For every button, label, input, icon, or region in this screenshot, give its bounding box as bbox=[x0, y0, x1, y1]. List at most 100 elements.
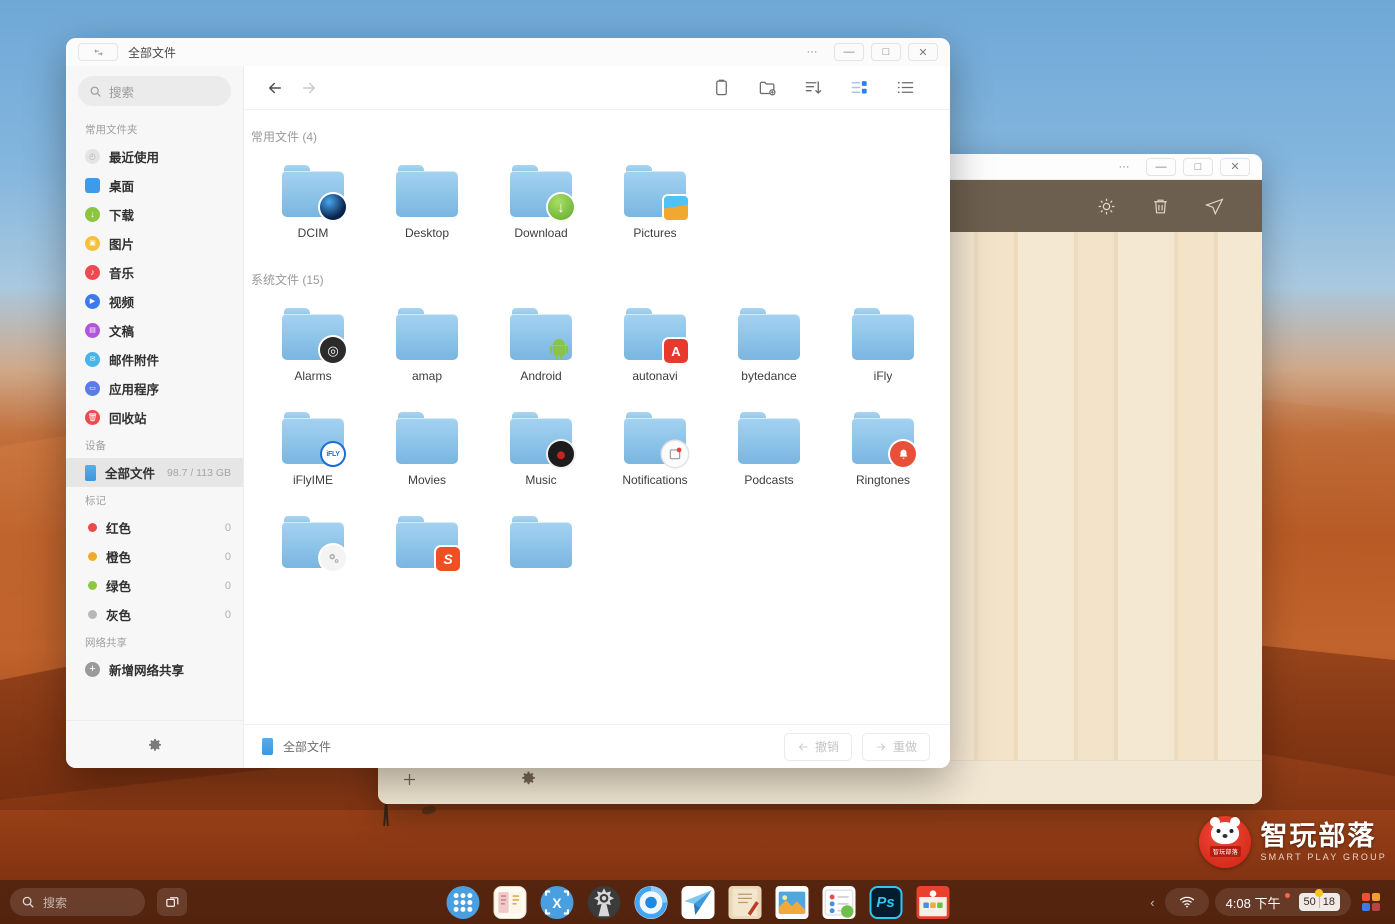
minimize-button[interactable]: — bbox=[834, 43, 864, 61]
sidebar-item-videos[interactable]: ▶ 视频 bbox=[66, 287, 243, 316]
sidebar-item-tag-orange[interactable]: 橙色 0 bbox=[66, 542, 243, 571]
file-item[interactable]: Podcasts bbox=[712, 398, 826, 502]
sidebar-item-documents[interactable]: ▤ 文稿 bbox=[66, 316, 243, 345]
maximize-button[interactable]: □ bbox=[871, 43, 901, 61]
sidebar-item-add-network-share[interactable]: + 新增网络共享 bbox=[66, 655, 243, 684]
file-item[interactable]: Movies bbox=[370, 398, 484, 502]
file-item[interactable]: iFLY iFlyIME bbox=[256, 398, 370, 502]
content-area: 常用文件 (4) DCIM Desktop ↓ Download Picture… bbox=[244, 66, 950, 768]
file-manager-titlebar[interactable]: 全部文件 ··· — □ ✕ bbox=[66, 38, 950, 66]
folder-icon bbox=[738, 308, 800, 360]
sidebar-item-music[interactable]: ♪ 音乐 bbox=[66, 258, 243, 287]
sort-button[interactable] bbox=[790, 73, 836, 103]
file-item[interactable]: Pictures bbox=[598, 151, 712, 255]
battery-indicator[interactable]: 50 18 bbox=[1298, 889, 1340, 911]
sidebar-item-tag-red[interactable]: 红色 0 bbox=[66, 513, 243, 542]
sidebar-item-label: 应用程序 bbox=[109, 383, 160, 397]
file-item[interactable] bbox=[256, 502, 370, 606]
task-view-button[interactable] bbox=[157, 888, 187, 916]
app-gear-button[interactable] bbox=[587, 885, 620, 919]
app-photos-button[interactable] bbox=[775, 885, 808, 919]
file-item[interactable]: Notifications bbox=[598, 398, 712, 502]
sidebar-item-recent[interactable]: ◴ 最近使用 bbox=[66, 142, 243, 171]
sidebar-item-tag-green[interactable]: 绿色 0 bbox=[66, 571, 243, 600]
tab-switch-button[interactable] bbox=[78, 43, 118, 61]
app-telegram-button[interactable] bbox=[681, 885, 714, 919]
sidebar-item-applications[interactable]: ▭ 应用程序 bbox=[66, 374, 243, 403]
app-notebook-button[interactable] bbox=[728, 885, 761, 919]
app-contacts-button[interactable] bbox=[822, 885, 855, 919]
sidebar-search-input[interactable]: 搜索 bbox=[78, 76, 231, 106]
file-item[interactable]: Android bbox=[484, 294, 598, 398]
brightness-icon[interactable] bbox=[1094, 194, 1118, 218]
section-title-favorites: 常用文件 (4) bbox=[251, 130, 318, 144]
folder-icon: S bbox=[396, 516, 460, 571]
sidebar-item-download[interactable]: ↓ 下载 bbox=[66, 200, 243, 229]
redo-button[interactable]: 重做 bbox=[861, 732, 930, 761]
clipboard-button[interactable] bbox=[698, 73, 744, 103]
file-item[interactable]: ◎ Alarms bbox=[256, 294, 370, 398]
app-store-button[interactable] bbox=[916, 885, 949, 919]
file-item[interactable]: Ringtones bbox=[826, 398, 940, 502]
desert-figure-shadow bbox=[421, 804, 437, 816]
settings-icon[interactable] bbox=[519, 770, 538, 795]
file-item[interactable]: A autonavi bbox=[598, 294, 712, 398]
app-browser-button[interactable] bbox=[634, 885, 667, 919]
sidebar-settings-button[interactable] bbox=[66, 720, 243, 768]
undo-button[interactable]: 撤销 bbox=[783, 732, 852, 761]
app-launcher-button[interactable] bbox=[446, 885, 479, 919]
maximize-button[interactable]: □ bbox=[1183, 157, 1213, 176]
send-icon[interactable] bbox=[1202, 194, 1226, 218]
store-icon bbox=[917, 889, 948, 916]
bear-icon bbox=[1210, 817, 1241, 844]
sidebar-item-tag-gray[interactable]: 灰色 0 bbox=[66, 600, 243, 629]
sidebar-item-label: 全部文件 bbox=[105, 467, 156, 481]
more-options-button[interactable]: ··· bbox=[1109, 158, 1139, 176]
app-photoshop-button[interactable]: Ps bbox=[869, 885, 902, 919]
file-item[interactable]: iFly bbox=[826, 294, 940, 398]
sidebar-item-pictures[interactable]: ▣ 图片 bbox=[66, 229, 243, 258]
file-item[interactable]: S bbox=[370, 502, 484, 606]
folder-icon bbox=[624, 165, 688, 220]
sidebar-group-title-tags: 标记 bbox=[85, 495, 106, 507]
drive-capacity: 98.7 / 113 GB bbox=[166, 466, 231, 479]
sidebar-item-trash[interactable]: 🗑 回收站 bbox=[66, 403, 243, 432]
sidebar-item-desktop[interactable]: 桌面 bbox=[66, 171, 243, 200]
taskbar-search-input[interactable]: 搜索 bbox=[10, 888, 145, 916]
forward-arrow-icon bbox=[303, 82, 315, 93]
sidebar-item-mail-attachments[interactable]: ✉ 邮件附件 bbox=[66, 345, 243, 374]
list-view-button[interactable] bbox=[882, 73, 928, 103]
close-button[interactable]: ✕ bbox=[908, 43, 938, 61]
file-item[interactable]: ↓ Download bbox=[484, 151, 598, 255]
wifi-button[interactable] bbox=[1164, 888, 1209, 916]
forward-button[interactable] bbox=[292, 73, 326, 103]
app-notes-cn-button[interactable] bbox=[493, 885, 526, 919]
file-item[interactable] bbox=[484, 502, 598, 606]
contacts-icon bbox=[824, 888, 853, 918]
more-options-button[interactable]: ··· bbox=[797, 43, 827, 61]
close-button[interactable]: ✕ bbox=[1220, 157, 1250, 176]
app-screenshot-button[interactable]: X bbox=[540, 885, 573, 919]
file-item[interactable]: bytedance bbox=[712, 294, 826, 398]
back-button[interactable] bbox=[258, 73, 292, 103]
chevron-left-icon[interactable]: ‹ bbox=[1146, 895, 1158, 910]
download-badge: ↓ bbox=[548, 194, 574, 220]
file-item[interactable]: DCIM bbox=[256, 151, 370, 255]
clock-battery-chip[interactable]: 4:08 下午 50 18 bbox=[1214, 888, 1351, 916]
file-item[interactable]: Music bbox=[484, 398, 598, 502]
trash-icon[interactable] bbox=[1148, 194, 1172, 218]
add-icon[interactable] bbox=[400, 770, 419, 795]
background-window-controls[interactable]: ··· — □ ✕ bbox=[1109, 157, 1250, 176]
file-name-label: Ringtones bbox=[855, 473, 911, 487]
new-folder-button[interactable] bbox=[744, 73, 790, 103]
file-manager-window-controls[interactable]: ··· — □ ✕ bbox=[797, 43, 938, 61]
autonavi-badge: A bbox=[664, 339, 688, 363]
minimize-button[interactable]: — bbox=[1146, 157, 1176, 176]
file-grid-area: 常用文件 (4) DCIM Desktop ↓ Download Picture… bbox=[244, 110, 950, 724]
file-item[interactable]: Desktop bbox=[370, 151, 484, 255]
file-item[interactable]: amap bbox=[370, 294, 484, 398]
sidebar-item-all-files[interactable]: 全部文件 98.7 / 113 GB bbox=[66, 458, 243, 487]
color-blocks-icon[interactable] bbox=[1357, 888, 1385, 916]
file-manager-window[interactable]: 全部文件 ··· — □ ✕ 搜索 常用文件夹 ◴ 最近使用 桌面 ↓ 下载 ▣… bbox=[66, 38, 950, 768]
grid-view-button[interactable] bbox=[836, 73, 882, 103]
